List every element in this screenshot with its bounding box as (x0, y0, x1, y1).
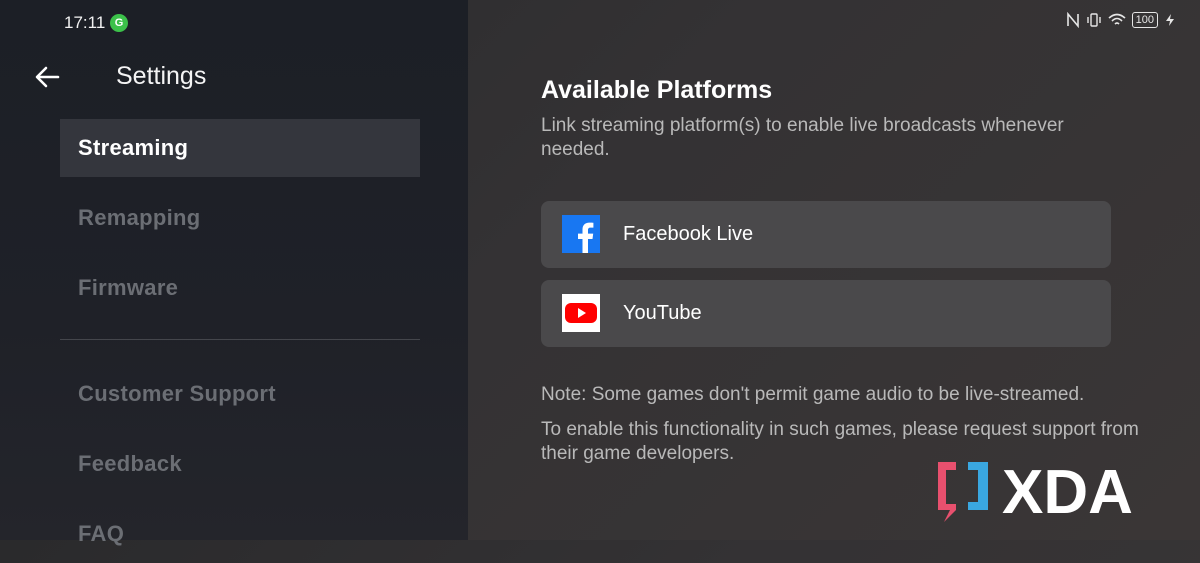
sidebar-item-remapping[interactable]: Remapping (60, 189, 420, 247)
sidebar-item-streaming[interactable]: Streaming (60, 119, 420, 177)
sidebar-item-firmware[interactable]: Firmware (60, 259, 420, 317)
back-arrow-icon[interactable] (32, 62, 62, 92)
charging-icon (1166, 14, 1174, 26)
sidebar-divider (60, 339, 420, 340)
facebook-live-label: Facebook Live (623, 223, 754, 245)
sidebar-item-faq[interactable]: FAQ (60, 505, 420, 563)
youtube-icon (562, 294, 600, 332)
grammarly-g-icon: G (110, 14, 128, 32)
page-subtitle: Link streaming platform(s) to enable liv… (541, 115, 1064, 160)
sidebar-item-feedback[interactable]: Feedback (60, 435, 420, 493)
vibrate-icon (1086, 13, 1101, 27)
sidebar: 17:11 G Settings Streaming Remapping Fir… (0, 0, 468, 546)
status-icons: 100 (1066, 12, 1176, 28)
xda-wordmark: XDA (1002, 458, 1133, 524)
sidebar-item-customer-support[interactable]: Customer Support (60, 365, 420, 423)
facebook-icon (562, 215, 600, 253)
status-time: 17:11 (64, 13, 106, 32)
youtube-button[interactable]: YouTube (541, 280, 1111, 347)
youtube-label: YouTube (623, 302, 702, 324)
page-title: Available Platforms (541, 76, 773, 104)
wifi-icon (1108, 13, 1126, 25)
facebook-live-button[interactable]: Facebook Live (541, 201, 1111, 268)
nfc-icon (1066, 12, 1079, 28)
settings-title: Settings (116, 62, 207, 90)
xda-logo: XDA (938, 458, 1133, 524)
battery-level: 100 (1131, 12, 1158, 28)
note-audio: Note: Some games don't permit game audio… (541, 384, 1085, 405)
